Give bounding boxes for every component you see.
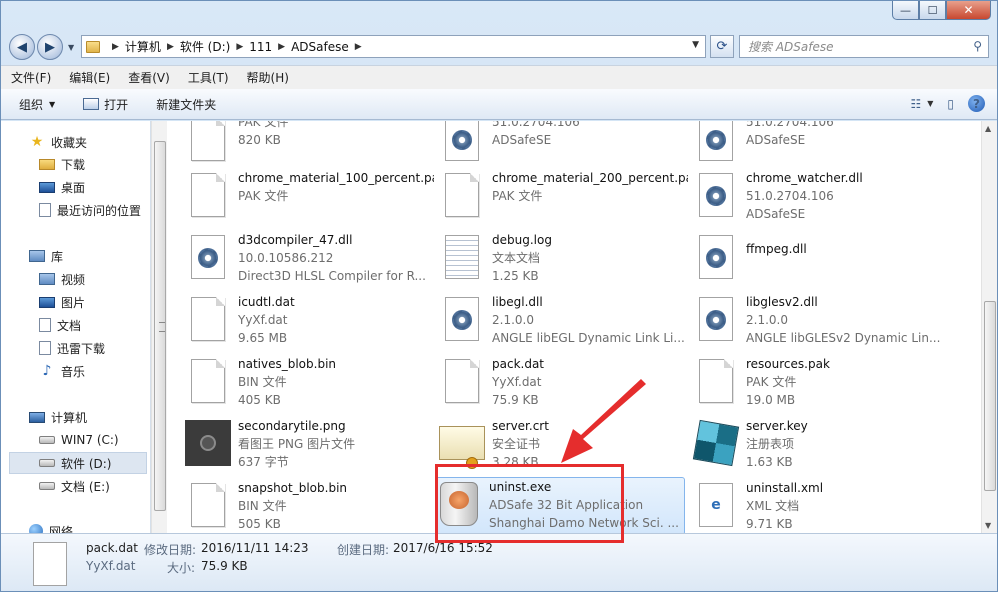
arrow-shape bbox=[561, 379, 646, 463]
explorer-window: — ☐ ✕ ◀ ▶ ▼ ▶ 计算机 ▶ 软件 (D:) ▶ 111 ▶ ADSa… bbox=[0, 0, 998, 592]
annotation-highlight-box bbox=[435, 464, 624, 543]
